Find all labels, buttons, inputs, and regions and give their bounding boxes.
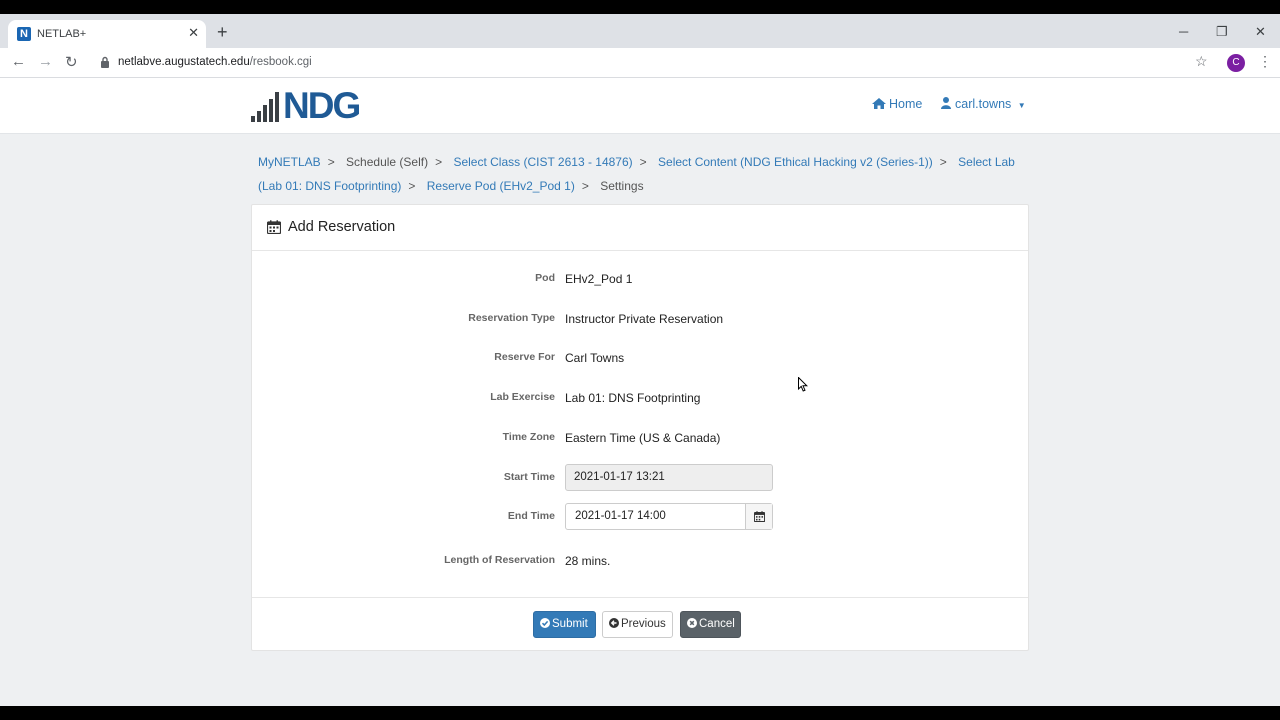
check-circle-icon [540,618,550,628]
pod-value: EHv2_Pod 1 [565,272,633,286]
home-label: Home [889,97,923,111]
reservation-type-label: Reservation Type [468,312,555,324]
pod-label: Pod [535,272,555,284]
lock-icon [101,56,109,68]
browser-tabstrip: N NETLAB+ ✕ + ─ ❐ ✕ [0,14,1280,48]
caret-down-icon: ▼ [1017,101,1026,110]
previous-label: Previous [621,618,666,630]
arrow-left-circle-icon [609,618,619,628]
chevron-right-icon: > [435,155,443,169]
home-link[interactable]: Home [872,97,922,111]
breadcrumb-mynetlab[interactable]: MyNETLAB [258,155,321,169]
reserve-for-label: Reserve For [494,351,555,363]
netlab-favicon-icon: N [17,27,31,41]
address-bar[interactable]: netlabve.augustatech.edu/resbook.cgi [118,56,312,68]
breadcrumb: MyNETLAB > Schedule (Self) > Select Class … [258,151,1028,198]
profile-avatar[interactable]: C [1227,54,1245,72]
length-value: 28 mins. [565,554,611,568]
chevron-right-icon: > [408,178,416,193]
url-host: netlabve.augustatech.edu [118,56,250,68]
tab-close-icon[interactable]: ✕ [188,25,199,41]
breadcrumb-select-content[interactable]: Select Content (NDG Ethical Hacking v2 (… [658,155,933,169]
breadcrumb-reserve-pod[interactable]: Reserve Pod (EHv2_Pod 1) [427,179,575,193]
cancel-label: Cancel [699,618,735,630]
reservation-type-value: Instructor Private Reservation [565,312,724,326]
screen: N NETLAB+ ✕ + ─ ❐ ✕ ← → ↻ netlabve.augus… [0,0,1280,720]
end-time-field[interactable]: 2021-01-17 14:00 [565,503,773,530]
forward-icon[interactable]: → [38,53,53,70]
reserve-for-value: Carl Towns [565,351,625,365]
end-time-label: End Time [507,510,555,522]
logo-text: NDG [283,85,361,126]
logo-bar [269,99,273,122]
back-icon[interactable]: ← [11,53,26,70]
breadcrumb-schedule: Schedule (Self) [346,155,429,169]
bookmark-star-icon[interactable]: ☆ [1195,53,1208,70]
length-label: Length of Reservation [444,554,555,566]
logo-bar [263,105,267,122]
minimize-icon[interactable]: ─ [1179,24,1188,39]
time-zone-label: Time Zone [502,431,555,443]
add-reservation-panel: Add Reservation Pod EHv2_Pod 1 Reservati… [251,204,1029,651]
start-time-field: 2021-01-17 13:21 [565,464,773,491]
ndg-logo[interactable]: NDG [251,85,373,126]
times-circle-icon [687,618,697,628]
logo-bar [257,111,261,122]
restore-icon[interactable]: ❐ [1216,24,1228,40]
chevron-right-icon: > [327,155,335,169]
browser-toolbar: ← → ↻ netlabve.augustatech.edu/resbook.c… [0,48,1280,78]
time-zone-value: Eastern Time (US & Canada) [565,431,721,445]
panel-title: Add Reservation [288,219,396,235]
chevron-right-icon: > [939,155,947,169]
previous-button[interactable]: Previous [602,611,673,638]
page: NDG Home carl.towns ▼ MyNETLAB > Schedule… [0,78,1280,706]
end-time-picker-button[interactable] [745,504,772,529]
submit-button[interactable]: Submit [533,611,596,638]
window-close-icon[interactable]: ✕ [1255,24,1266,40]
browser-menu-icon[interactable]: ⋮ [1258,53,1272,70]
new-tab-icon[interactable]: + [217,22,228,43]
home-icon [872,98,886,109]
chevron-right-icon: > [581,178,589,193]
logo-bar [251,116,255,122]
breadcrumb-settings: Settings [600,178,644,193]
panel-header: Add Reservation [252,205,1028,251]
end-time-value: 2021-01-17 14:00 [575,510,666,522]
browser-tab[interactable]: N NETLAB+ ✕ [8,20,206,48]
url-path: /resbook.cgi [249,56,312,68]
calendar-icon [267,220,281,234]
lab-exercise-label: Lab Exercise [490,391,555,403]
cancel-button[interactable]: Cancel [680,611,741,638]
submit-label: Submit [552,618,588,630]
chevron-right-icon: > [639,155,647,169]
breadcrumb-select-class[interactable]: Select Class (CIST 2613 - 14876) [453,155,632,169]
start-time-label: Start Time [503,471,555,483]
calendar-icon [754,511,765,522]
mouse-cursor-icon [798,377,808,392]
logo-bar [275,92,279,122]
user-menu[interactable]: carl.towns ▼ [941,97,1026,111]
reload-icon[interactable]: ↻ [65,53,78,71]
site-navbar: NDG Home carl.towns ▼ [0,78,1280,134]
user-icon [941,97,951,109]
user-label: carl.towns [955,97,1012,111]
tab-title: NETLAB+ [37,28,87,40]
lab-exercise-value: Lab 01: DNS Footprinting [565,391,701,405]
panel-footer-divider [252,597,1028,598]
